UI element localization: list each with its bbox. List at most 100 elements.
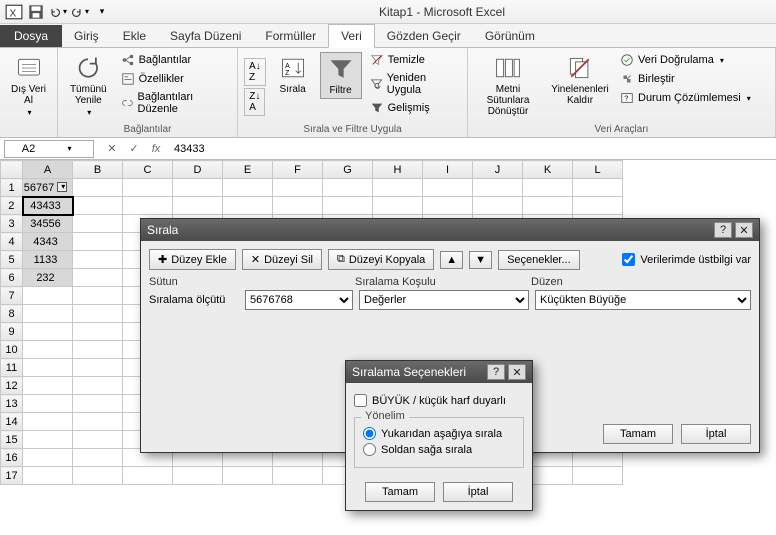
sort-asc-button[interactable]: A↓Z xyxy=(244,58,266,86)
top-to-bottom-radio[interactable] xyxy=(363,427,376,440)
undo-icon[interactable]: ▾ xyxy=(48,3,68,21)
select-all-corner[interactable] xyxy=(1,161,23,179)
col-header-L[interactable]: L xyxy=(573,161,623,179)
tab-home[interactable]: Giriş xyxy=(62,25,111,47)
get-external-data-button[interactable]: Dış Veri Al▾ xyxy=(6,52,51,119)
criteria-combo[interactable]: Değerler xyxy=(359,290,529,310)
what-if-button[interactable]: ?Durum Çözümlemesi▾ xyxy=(618,90,753,106)
copy-level-button[interactable]: ⧉Düzeyi Kopyala xyxy=(328,249,434,270)
clear-filter-button[interactable]: Temizle xyxy=(368,52,461,68)
col-header-B[interactable]: B xyxy=(73,161,123,179)
sort-cancel-button[interactable]: İptal xyxy=(681,424,751,444)
cell-A2[interactable]: 43433 xyxy=(23,197,73,215)
row-header[interactable]: 12 xyxy=(1,377,23,395)
sortby-combo[interactable]: 5676768 xyxy=(245,290,353,310)
edit-links-button[interactable]: Bağlantıları Düzenle xyxy=(119,90,231,116)
case-sensitive-row[interactable]: BÜYÜK / küçük harf duyarlı xyxy=(354,394,524,407)
row-header[interactable]: 13 xyxy=(1,395,23,413)
cell-A4[interactable]: 4343 xyxy=(23,233,73,251)
connections-button[interactable]: Bağlantılar xyxy=(119,52,231,68)
order-combo[interactable]: Küçükten Büyüğe xyxy=(535,290,751,310)
options-cancel-button[interactable]: İptal xyxy=(443,482,513,502)
sort-desc-button[interactable]: Z↓A xyxy=(244,88,265,116)
row-header[interactable]: 4 xyxy=(1,233,23,251)
close-icon[interactable]: ✕ xyxy=(508,364,526,380)
options-ok-button[interactable]: Tamam xyxy=(365,482,435,502)
tab-file[interactable]: Dosya xyxy=(0,25,62,47)
filter-button[interactable]: Filtre xyxy=(320,52,362,99)
cancel-entry-icon[interactable]: ✕ xyxy=(104,141,120,157)
data-validation-button[interactable]: Veri Doğrulama▾ xyxy=(618,52,753,68)
tab-insert[interactable]: Ekle xyxy=(111,25,158,47)
col-header-A[interactable]: A xyxy=(23,161,73,179)
tab-formulas[interactable]: Formüller xyxy=(253,25,328,47)
cell-A6[interactable]: 232 xyxy=(23,269,73,287)
add-level-button[interactable]: ✚Düzey Ekle xyxy=(149,249,236,270)
row-header[interactable]: 15 xyxy=(1,431,23,449)
close-icon[interactable]: ✕ xyxy=(735,222,753,238)
row-header[interactable]: 6 xyxy=(1,269,23,287)
top-to-bottom-row[interactable]: Yukarıdan aşağıya sırala xyxy=(363,427,515,440)
row-header[interactable]: 17 xyxy=(1,467,23,485)
sort-dialog-titlebar[interactable]: Sırala ? ✕ xyxy=(141,219,759,241)
headers-checkbox-row[interactable]: Verilerimde üstbilgi var xyxy=(622,253,751,266)
formula-input[interactable]: 43433 xyxy=(170,143,776,155)
col-header-H[interactable]: H xyxy=(373,161,423,179)
row-header[interactable]: 5 xyxy=(1,251,23,269)
col-header-K[interactable]: K xyxy=(523,161,573,179)
row-header[interactable]: 11 xyxy=(1,359,23,377)
reapply-button[interactable]: Yeniden Uygula xyxy=(368,71,461,97)
svg-text:Z: Z xyxy=(285,70,290,77)
move-down-button[interactable]: ▼ xyxy=(469,251,492,269)
save-icon[interactable] xyxy=(26,3,46,21)
remove-duplicates-button[interactable]: Yinelenenleri Kaldır xyxy=(548,52,612,108)
sort-options-titlebar[interactable]: Sıralama Seçenekleri ? ✕ xyxy=(346,361,532,383)
sort-ok-button[interactable]: Tamam xyxy=(603,424,673,444)
tab-review[interactable]: Gözden Geçir xyxy=(375,25,473,47)
help-icon[interactable]: ? xyxy=(487,364,505,380)
consolidate-button[interactable]: Birleştir xyxy=(618,71,753,87)
text-to-columns-button[interactable]: Metni Sütunlara Dönüştür xyxy=(474,52,542,119)
cell-A1[interactable]: 56767 xyxy=(23,179,73,197)
advanced-filter-button[interactable]: Gelişmiş xyxy=(368,100,461,116)
left-to-right-radio[interactable] xyxy=(363,443,376,456)
accept-entry-icon[interactable]: ✓ xyxy=(126,141,142,157)
sort-button[interactable]: AZ Sırala xyxy=(272,52,314,97)
case-sensitive-checkbox[interactable] xyxy=(354,394,367,407)
col-header-C[interactable]: C xyxy=(123,161,173,179)
tab-data[interactable]: Veri xyxy=(328,24,375,48)
row-header[interactable]: 14 xyxy=(1,413,23,431)
filter-dropdown-icon[interactable] xyxy=(57,182,67,192)
col-header-F[interactable]: F xyxy=(273,161,323,179)
properties-button[interactable]: Özellikler xyxy=(119,71,231,87)
row-header[interactable]: 9 xyxy=(1,323,23,341)
name-box[interactable]: A2▾ xyxy=(4,140,94,158)
sort-options-button[interactable]: Seçenekler... xyxy=(498,250,580,270)
col-header-D[interactable]: D xyxy=(173,161,223,179)
row-header[interactable]: 3 xyxy=(1,215,23,233)
row-header[interactable]: 7 xyxy=(1,287,23,305)
col-header-E[interactable]: E xyxy=(223,161,273,179)
left-to-right-row[interactable]: Soldan sağa sırala xyxy=(363,443,515,456)
tab-view[interactable]: Görünüm xyxy=(473,25,547,47)
refresh-all-button[interactable]: Tümünü Yenile▾ xyxy=(64,52,113,119)
help-icon[interactable]: ? xyxy=(714,222,732,238)
row-header[interactable]: 1 xyxy=(1,179,23,197)
row-header[interactable]: 8 xyxy=(1,305,23,323)
cell-A5[interactable]: 1133 xyxy=(23,251,73,269)
qat-customize-icon[interactable]: ▾ xyxy=(92,3,112,21)
delete-level-button[interactable]: ✕Düzeyi Sil xyxy=(242,249,322,270)
col-header-G[interactable]: G xyxy=(323,161,373,179)
row-header[interactable]: 2 xyxy=(1,197,23,215)
col-header-J[interactable]: J xyxy=(473,161,523,179)
row-header[interactable]: 16 xyxy=(1,449,23,467)
headers-checkbox[interactable] xyxy=(622,253,635,266)
fx-icon[interactable]: fx xyxy=(148,141,164,157)
row-header[interactable]: 10 xyxy=(1,341,23,359)
col-header-I[interactable]: I xyxy=(423,161,473,179)
redo-icon[interactable]: ▾ xyxy=(70,3,90,21)
cell-A3[interactable]: 34556 xyxy=(23,215,73,233)
tab-pagelayout[interactable]: Sayfa Düzeni xyxy=(158,25,253,47)
excel-icon[interactable]: X xyxy=(4,3,24,21)
move-up-button[interactable]: ▲ xyxy=(440,251,463,269)
